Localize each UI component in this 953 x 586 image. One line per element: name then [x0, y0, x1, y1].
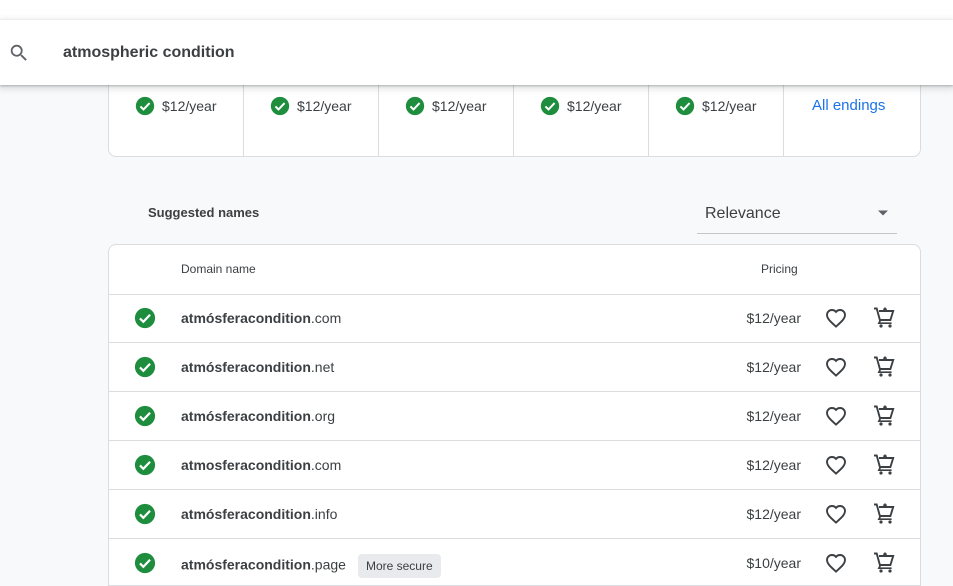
domain-name: atmósferacondition.info — [181, 505, 337, 523]
table-row[interactable]: atmósferacondition.com $12/year — [109, 294, 920, 343]
domain-price: $12/year — [746, 310, 801, 326]
heart-icon[interactable] — [824, 551, 848, 575]
table-row[interactable]: atmosferacondition.com $12/year — [109, 441, 920, 490]
ending-price: $12/year — [702, 98, 757, 114]
domain-tld: .page — [310, 556, 346, 573]
ending-price: $12/year — [162, 98, 217, 114]
suggested-names-heading: Suggested names — [148, 205, 260, 220]
top-strip — [0, 0, 953, 20]
add-to-cart-icon[interactable] — [872, 305, 896, 329]
add-to-cart-icon[interactable] — [872, 452, 896, 476]
search-icon[interactable] — [8, 42, 30, 64]
check-circle-icon — [540, 96, 560, 116]
domain-name: atmósferacondition.page More secure — [181, 554, 441, 578]
check-circle-icon — [134, 503, 156, 525]
header-pricing: Pricing — [761, 262, 798, 276]
check-circle-icon — [134, 405, 156, 427]
domain-tld: .com — [310, 310, 342, 326]
more-secure-badge: More secure — [357, 554, 441, 578]
all-endings-link[interactable]: All endings — [812, 96, 885, 116]
domain-price: $12/year — [746, 457, 801, 473]
domain-price: $12/year — [746, 359, 801, 375]
heart-icon[interactable] — [824, 453, 848, 477]
heart-icon[interactable] — [824, 306, 848, 330]
ending-cell[interactable]: $12/year — [379, 73, 514, 156]
add-to-cart-icon[interactable] — [872, 501, 896, 525]
sort-dropdown[interactable]: Relevance — [697, 196, 897, 234]
domain-tld: .info — [310, 506, 338, 522]
dropdown-arrow-icon — [878, 210, 888, 216]
ending-cell[interactable]: $12/year — [244, 73, 379, 156]
domain-base: atmósferacondition — [181, 506, 311, 522]
check-circle-icon — [270, 96, 290, 116]
domain-name: atmósferacondition.com — [181, 309, 341, 327]
check-circle-icon — [134, 307, 156, 329]
table-row[interactable]: atmósferacondition.page More secure $10/y… — [109, 539, 920, 585]
check-circle-icon — [134, 356, 156, 378]
domain-results-table: Domain name Pricing atmósferacondition.c… — [108, 244, 921, 586]
domain-base: atmosferacondition — [181, 457, 311, 473]
add-to-cart-icon[interactable] — [872, 354, 896, 378]
domain-price: $12/year — [746, 408, 801, 424]
ending-price: $12/year — [567, 98, 622, 114]
domain-base: atmósferacondition — [181, 556, 311, 573]
ending-price: $12/year — [297, 98, 352, 114]
sort-value: Relevance — [705, 205, 781, 222]
ending-cell[interactable]: $12/year — [649, 73, 784, 156]
domain-tld: .org — [310, 408, 336, 424]
domain-base: atmósferacondition — [181, 359, 311, 375]
check-circle-icon — [134, 552, 156, 574]
domain-name: atmosferacondition.com — [181, 456, 341, 474]
domain-name: atmósferacondition.net — [181, 358, 334, 376]
table-row[interactable]: atmósferacondition.org $12/year — [109, 392, 920, 441]
search-bar — [0, 20, 953, 85]
heart-icon[interactable] — [824, 404, 848, 428]
ending-cell[interactable]: $12/year — [514, 73, 649, 156]
domain-price: $10/year — [746, 555, 801, 571]
domain-price: $12/year — [746, 506, 801, 522]
header-domain-name: Domain name — [181, 262, 256, 276]
check-circle-icon — [405, 96, 425, 116]
domain-base: atmósferacondition — [181, 408, 311, 424]
domain-base: atmósferacondition — [181, 310, 311, 326]
add-to-cart-icon[interactable] — [872, 403, 896, 427]
table-header: Domain name Pricing — [109, 245, 920, 295]
domain-name: atmósferacondition.org — [181, 407, 335, 425]
table-row[interactable]: atmósferacondition.info $12/year — [109, 490, 920, 539]
domain-tld: .com — [310, 457, 342, 473]
domain-tld: .net — [310, 359, 335, 375]
table-row[interactable]: atmósferacondition.net $12/year — [109, 343, 920, 392]
ending-cell[interactable]: $12/year — [109, 73, 244, 156]
add-to-cart-icon[interactable] — [872, 550, 896, 574]
search-input[interactable] — [63, 42, 663, 64]
check-circle-icon — [134, 454, 156, 476]
check-circle-icon — [675, 96, 695, 116]
check-circle-icon — [135, 96, 155, 116]
heart-icon[interactable] — [824, 355, 848, 379]
heart-icon[interactable] — [824, 502, 848, 526]
ending-price: $12/year — [432, 98, 487, 114]
